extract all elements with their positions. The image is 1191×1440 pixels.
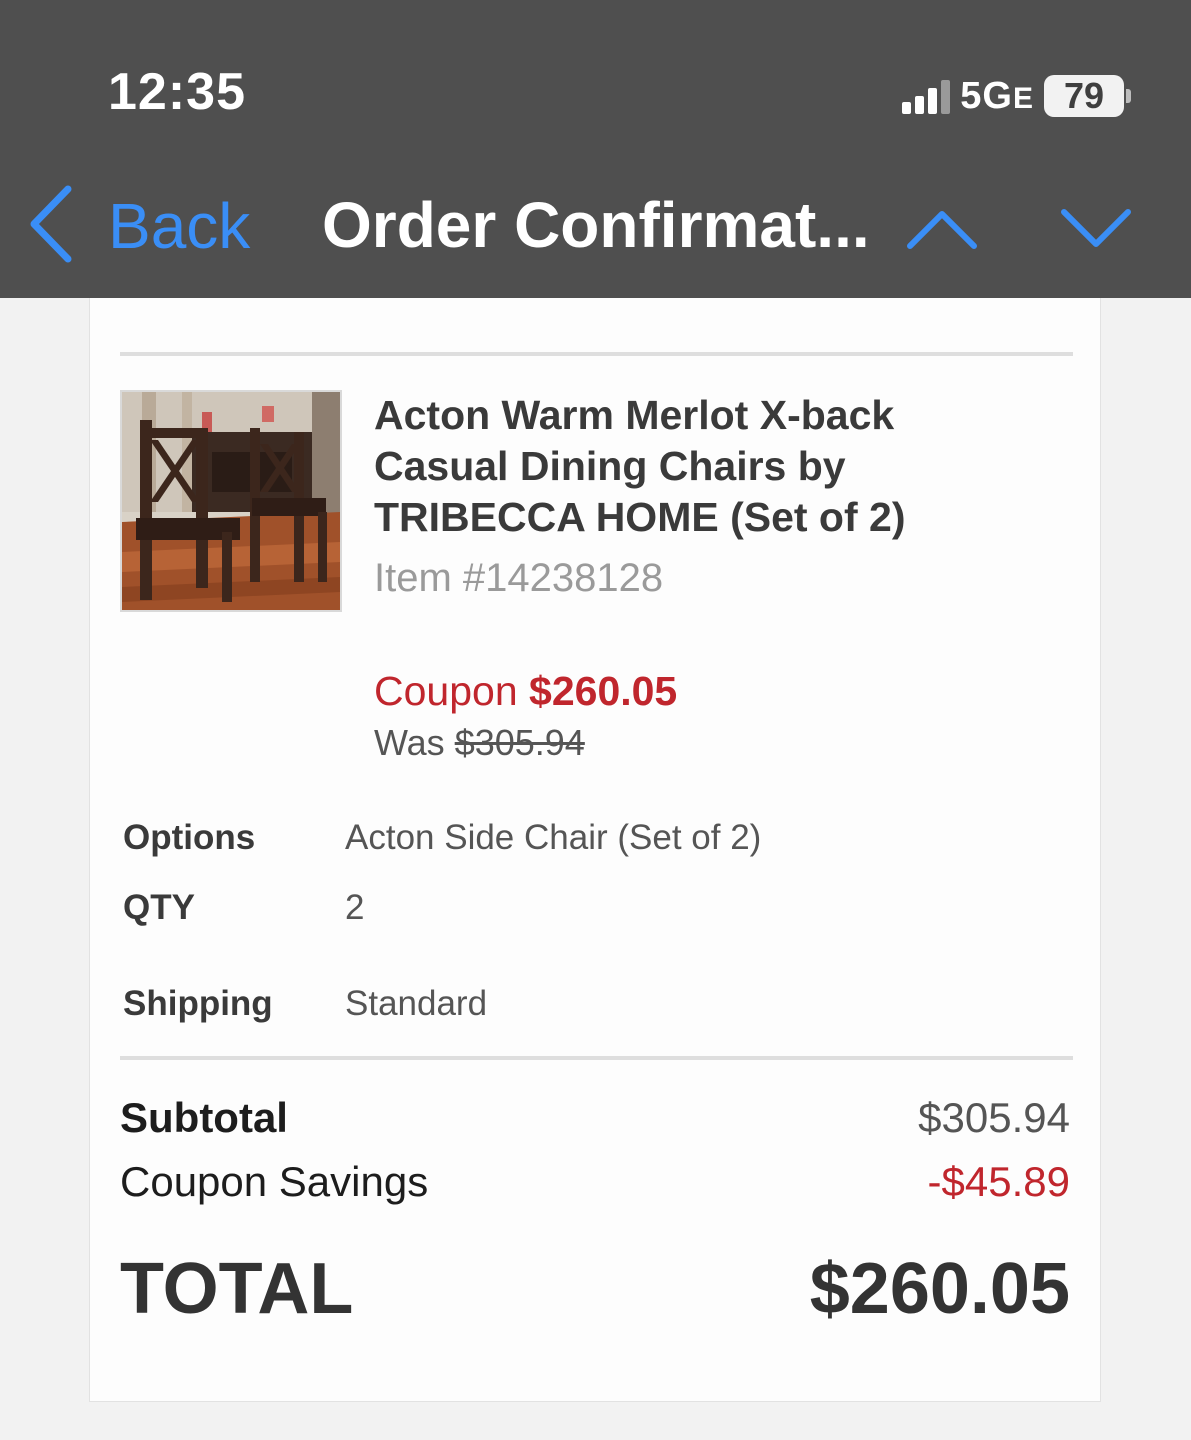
battery-level: 79	[1044, 75, 1124, 117]
was-price: $305.94	[454, 722, 585, 763]
shipping-value: Standard	[345, 984, 488, 1023]
coupon-savings-value: -$45.89	[927, 1158, 1070, 1205]
shipping-label: Shipping	[123, 984, 273, 1023]
previous-message-button[interactable]	[906, 206, 978, 255]
subtotal-value: $305.94	[918, 1094, 1070, 1141]
chevron-left-icon	[28, 185, 74, 268]
chevron-up-icon	[907, 211, 977, 249]
battery-icon: 79	[1044, 75, 1131, 117]
total-value: $260.05	[809, 1249, 1070, 1329]
qty-value: 2	[345, 888, 365, 927]
was-label: Was	[374, 722, 445, 763]
top-bar: 12:35 5GE 79 Back Order Confirmat...	[0, 0, 1191, 298]
next-message-button[interactable]	[1060, 206, 1132, 255]
coupon-label: Coupon	[374, 668, 518, 714]
back-label: Back	[108, 190, 251, 262]
item-number: Item #14238128	[374, 556, 664, 600]
options-value: Acton Side Chair (Set of 2)	[345, 818, 762, 857]
coupon-savings-label: Coupon Savings	[120, 1158, 429, 1205]
status-time: 12:35	[108, 63, 246, 121]
qty-label: QTY	[123, 888, 195, 927]
order-card: Acton Warm Merlot X-back Casual Dining C…	[89, 298, 1101, 1402]
divider	[120, 1056, 1073, 1060]
product-image[interactable]	[120, 390, 342, 612]
page-title: Order Confirmat...	[322, 189, 870, 261]
chevron-down-icon	[1061, 209, 1131, 247]
subtotal-label: Subtotal	[120, 1094, 288, 1141]
signal-strength-icon	[902, 78, 951, 114]
status-indicators: 5GE 79	[902, 74, 1131, 118]
was-price-line: Was $305.94	[374, 722, 585, 764]
network-type: 5GE	[960, 74, 1034, 117]
divider	[120, 352, 1073, 356]
back-button[interactable]: Back	[28, 185, 251, 268]
options-label: Options	[123, 818, 256, 857]
product-title[interactable]: Acton Warm Merlot X-back Casual Dining C…	[374, 390, 1014, 543]
coupon-price: $260.05	[529, 668, 678, 714]
total-label: TOTAL	[120, 1249, 354, 1329]
coupon-price-line: Coupon $260.05	[374, 668, 677, 715]
